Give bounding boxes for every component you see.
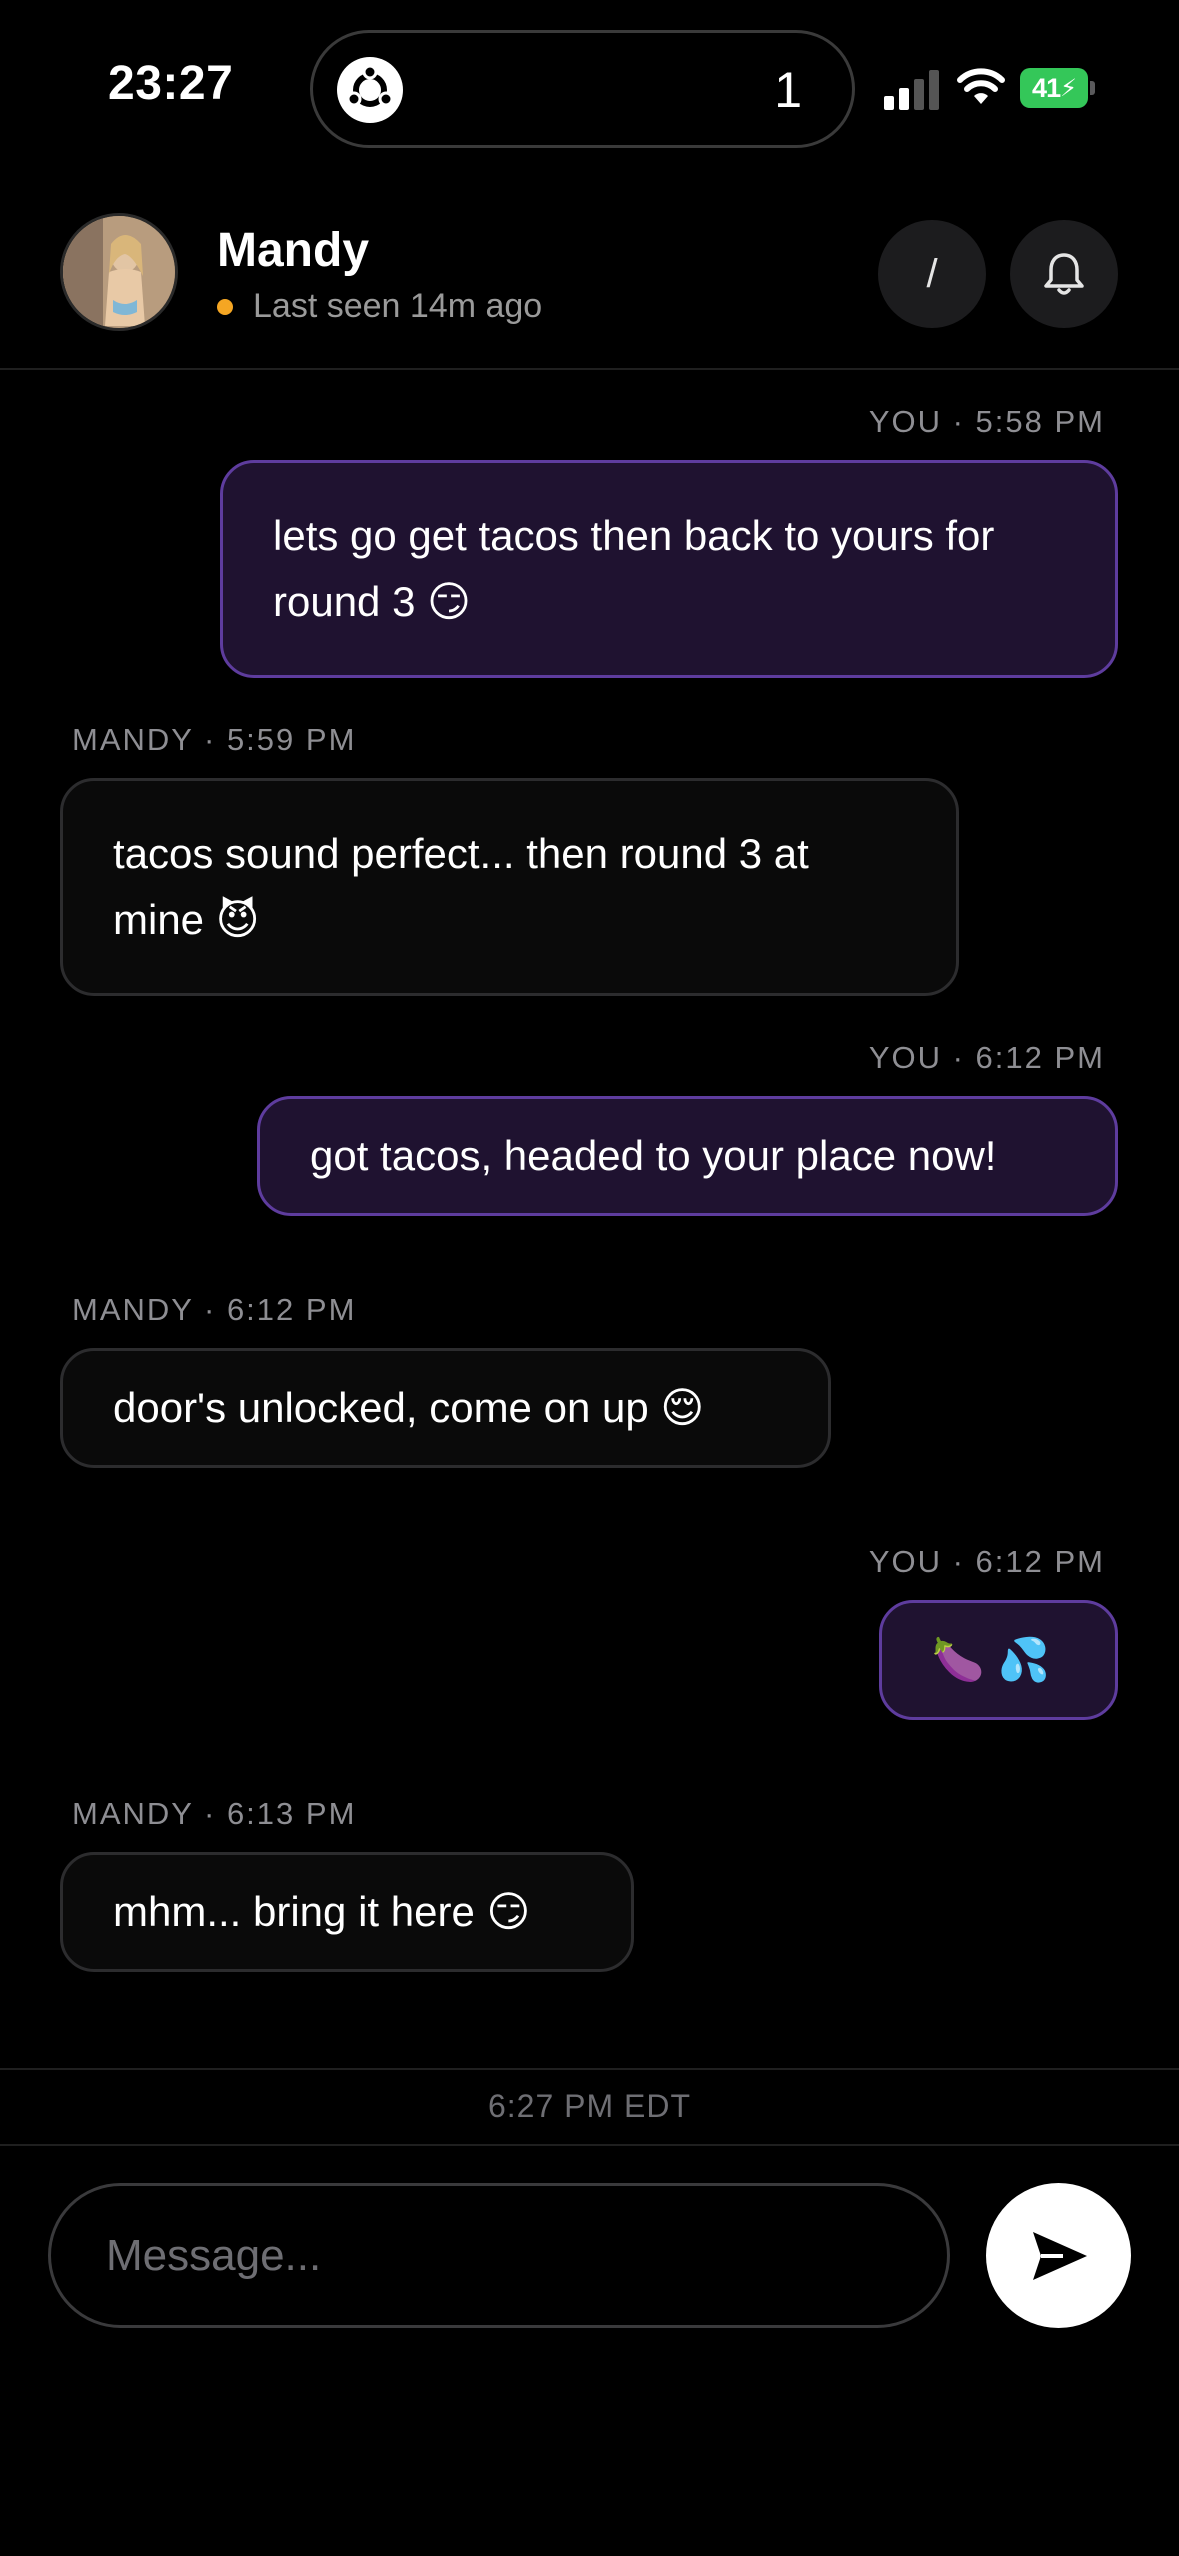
chat-screen: 23:27 1 41 ⚡ Mandy Last seen 14m ago / Y…	[0, 0, 1179, 2556]
message-meta: MANDY · 6:13 PM	[72, 1796, 357, 1831]
message-meta: MANDY · 6:12 PM	[72, 1292, 357, 1327]
status-dot	[217, 298, 233, 315]
message-meta: MANDY · 5:59 PM	[72, 722, 357, 757]
message-input[interactable]: Message...	[48, 2183, 950, 2328]
wifi-icon	[957, 68, 1005, 104]
island-count: 1	[774, 62, 802, 118]
chat-header: Mandy Last seen 14m ago /	[0, 175, 1179, 370]
bell-icon	[1044, 253, 1084, 295]
outgoing-message-bubble[interactable]: got tacos, headed to your place now!	[257, 1096, 1118, 1216]
divider	[0, 2068, 1179, 2070]
outgoing-message-bubble[interactable]: 🍆 💦	[879, 1600, 1118, 1720]
incoming-message-bubble[interactable]: door's unlocked, come on up 😌	[60, 1348, 831, 1468]
slash-command-button[interactable]: /	[878, 220, 986, 328]
avatar[interactable]	[60, 213, 178, 331]
last-seen-status: Last seen 14m ago	[217, 287, 542, 326]
battery-level: 41 ⚡	[1020, 68, 1088, 108]
status-bar: 23:27 1 41 ⚡	[0, 0, 1179, 175]
send-button[interactable]	[986, 2183, 1131, 2328]
contact-name[interactable]: Mandy	[217, 223, 369, 278]
incoming-message-bubble[interactable]: mhm... bring it here 😏	[60, 1852, 634, 1972]
battery-icon: 41 ⚡	[1020, 68, 1095, 108]
divider	[0, 2144, 1179, 2146]
notification-bell-button[interactable]	[1010, 220, 1118, 328]
status-time: 23:27	[108, 57, 234, 110]
last-seen-text: Last seen 14m ago	[253, 287, 543, 325]
message-placeholder: Message...	[106, 2230, 322, 2280]
incoming-message-bubble[interactable]: tacos sound perfect... then round 3 at m…	[60, 778, 959, 996]
outgoing-message-bubble[interactable]: lets go get tacos then back to yours for…	[220, 460, 1118, 678]
message-meta: YOU · 5:58 PM	[868, 404, 1105, 439]
timezone-label: 6:27 PM EDT	[487, 2088, 692, 2124]
dynamic-island[interactable]: 1	[310, 30, 855, 148]
slash-label: /	[926, 251, 938, 296]
message-meta: YOU · 6:12 PM	[868, 1544, 1105, 1579]
message-meta: YOU · 6:12 PM	[868, 1040, 1105, 1075]
send-icon	[1032, 2231, 1087, 2280]
cellular-signal-icon	[884, 70, 939, 110]
ubuntu-icon	[337, 57, 403, 123]
